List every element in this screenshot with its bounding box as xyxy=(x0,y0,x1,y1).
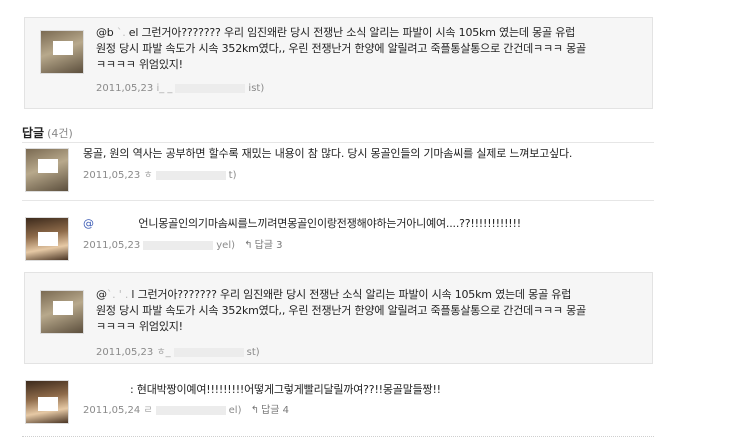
reply-arrow-icon: ↰ xyxy=(250,405,260,416)
comment-date: 2011,05,23 xyxy=(96,347,154,358)
reply-button[interactable]: ↰ 답글 3 xyxy=(244,240,282,251)
divider xyxy=(22,436,654,437)
comment-date: 2011,05,23 xyxy=(96,83,154,94)
mention[interactable]: @b xyxy=(96,26,114,39)
mention[interactable]: @ xyxy=(96,288,107,301)
comment-date: 2011,05,23 xyxy=(83,170,141,181)
reply-button[interactable]: ↰ 답글 4 xyxy=(251,405,289,416)
replies-heading: 답글 (4건) xyxy=(22,126,73,140)
divider xyxy=(22,200,654,201)
comment-date: 2011,05,23 xyxy=(83,240,141,251)
comment-meta: 2011,05,23 i_ _ ist) xyxy=(96,83,265,94)
quoted-comment-text: @b `. el 그런거아??????? 우리 임진왜란 당시 전쟁난 소식 알… xyxy=(96,26,586,71)
avatar[interactable] xyxy=(25,380,69,424)
mention[interactable]: @ xyxy=(83,217,94,230)
reply-arrow-icon: ↰ xyxy=(244,240,253,251)
comment-meta: 2011,05,24 ㄹ el) ↰ 답글 4 xyxy=(83,405,290,416)
comment-text: 몽골, 원의 역사는 공부하면 할수록 재밌는 내용이 참 많다. 당시 몽골인… xyxy=(83,147,573,160)
comment-text: : 현대박짱이예여!!!!!!!!!어떻게그렇게빨리달릴까여??!!몽골말들짱!… xyxy=(130,383,441,396)
divider xyxy=(22,142,654,143)
avatar[interactable] xyxy=(40,290,84,334)
comment-text: @ 언니몽골인의기마솜씨를느끼려면몽골인이랑전쟁해야하는거아니예여....??!… xyxy=(83,217,521,230)
avatar[interactable] xyxy=(40,30,84,74)
comment-meta: 2011,05,23 ㅎ t) xyxy=(83,170,237,181)
comment-meta: 2011,05,23 yel) ↰ 답글 3 xyxy=(83,240,283,251)
comment-date: 2011,05,24 xyxy=(83,405,141,416)
avatar[interactable] xyxy=(25,217,69,261)
quoted-comment-text: @`. ' . l 그런거아??????? 우리 임진왜란 당시 전쟁난 소식 … xyxy=(96,288,586,333)
avatar[interactable] xyxy=(25,148,69,192)
reply-count: (4건) xyxy=(47,127,73,140)
comment-meta: 2011,05,23 ㅎ_ st) xyxy=(96,347,260,358)
